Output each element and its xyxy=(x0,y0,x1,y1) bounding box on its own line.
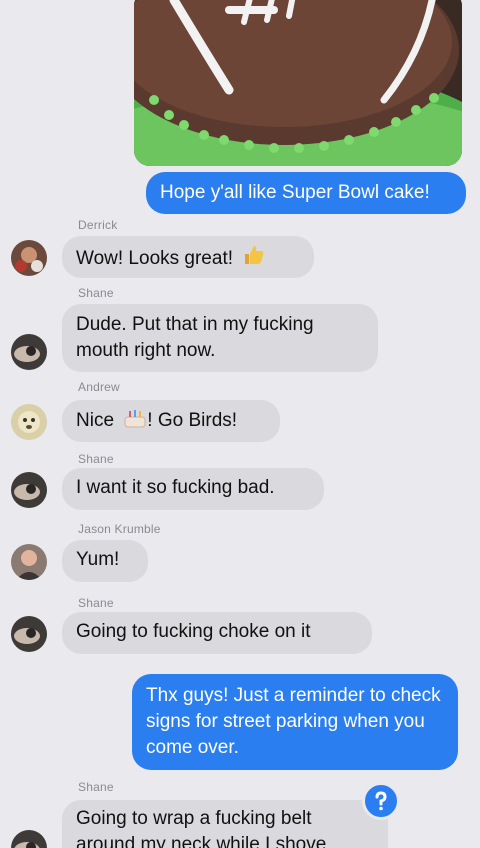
avatar[interactable] xyxy=(11,404,47,440)
incoming-message-bubble[interactable]: Wow! Looks great! xyxy=(62,236,314,278)
message-text: Going to fucking choke on it xyxy=(76,621,311,642)
sender-name: Shane xyxy=(78,286,114,300)
avatar[interactable] xyxy=(11,472,47,508)
message-text: ! Go Birds! xyxy=(147,410,238,431)
avatar[interactable] xyxy=(11,616,47,652)
message-text: Thx guys! Just a reminder to check signs… xyxy=(146,685,441,758)
outgoing-message-bubble[interactable]: Hope y'all like Super Bowl cake! xyxy=(146,172,466,214)
incoming-message-bubble[interactable]: Going to wrap a fucking belt around my n… xyxy=(62,800,388,848)
incoming-message-bubble[interactable]: Dude. Put that in my fucking mouth right… xyxy=(62,304,378,372)
sender-name: Shane xyxy=(78,452,114,466)
sender-name: Shane xyxy=(78,596,114,610)
message-text: Nice xyxy=(76,410,115,431)
avatar[interactable] xyxy=(11,830,47,848)
message-text: Going to wrap a fucking belt around my n… xyxy=(76,808,327,848)
cake-photo-attachment[interactable] xyxy=(134,0,462,166)
sender-name: Andrew xyxy=(78,380,120,394)
sender-name: Jason Krumble xyxy=(78,522,161,536)
thumbs-up-icon xyxy=(242,243,266,275)
outgoing-message-bubble[interactable]: Thx guys! Just a reminder to check signs… xyxy=(132,674,458,770)
message-text: Wow! Looks great! xyxy=(76,248,234,269)
incoming-message-bubble[interactable]: Nice ! Go Birds! xyxy=(62,400,280,442)
message-text: Hope y'all like Super Bowl cake! xyxy=(160,182,430,203)
avatar[interactable] xyxy=(11,334,47,370)
cake-icon xyxy=(123,407,147,437)
incoming-message-bubble[interactable]: Going to fucking choke on it xyxy=(62,612,372,654)
message-text: I want it so fucking bad. xyxy=(76,477,275,498)
message-text: Yum! xyxy=(76,549,120,570)
sender-name: Derrick xyxy=(78,218,118,232)
sender-name: Shane xyxy=(78,780,114,794)
avatar[interactable] xyxy=(11,240,47,276)
avatar[interactable] xyxy=(11,544,47,580)
incoming-message-bubble[interactable]: I want it so fucking bad. xyxy=(62,468,324,510)
question-mark-reaction-icon[interactable] xyxy=(362,782,400,820)
message-thread: Hope y'all like Super Bowl cake! Derrick… xyxy=(0,0,480,848)
message-text: Dude. Put that in my fucking mouth right… xyxy=(76,314,314,361)
incoming-message-bubble[interactable]: Yum! xyxy=(62,540,148,582)
